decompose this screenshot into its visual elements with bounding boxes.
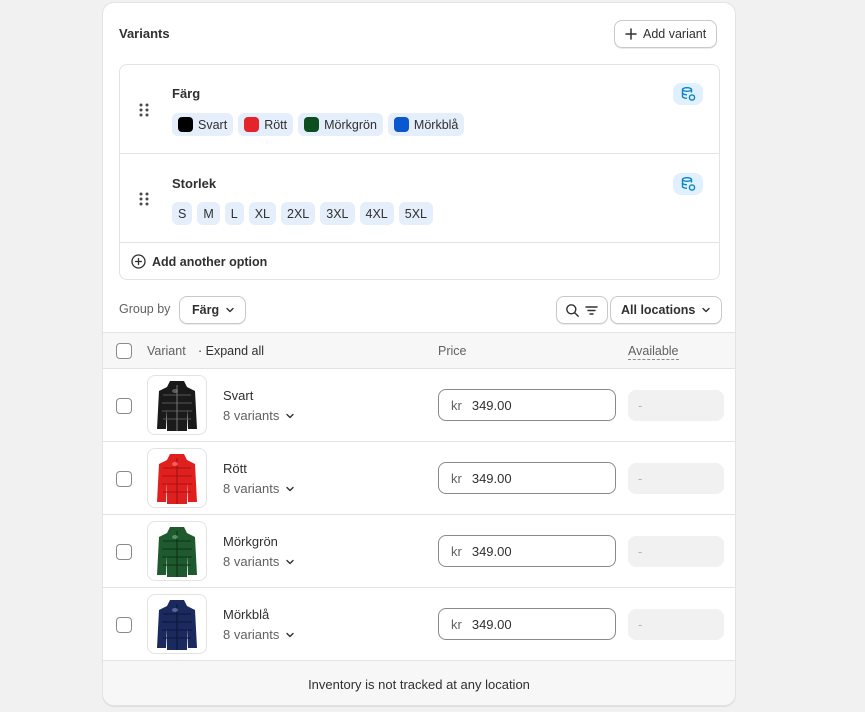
locations-value: All locations: [621, 303, 696, 317]
available-field: -: [628, 463, 724, 494]
option-value-chip[interactable]: L: [224, 202, 244, 225]
drag-handle-icon[interactable]: [138, 102, 150, 118]
chevron-down-icon: [225, 305, 235, 315]
table-header: Variant · Expand all Price Available: [103, 332, 735, 369]
price-input[interactable]: kr 349.00: [438, 389, 616, 421]
search-filter-button[interactable]: [556, 296, 608, 324]
column-price: Price: [438, 344, 467, 358]
price-input[interactable]: kr 349.00: [438, 608, 616, 640]
option-value-chip[interactable]: 5XL: [398, 202, 434, 225]
price-value: 349.00: [471, 616, 512, 632]
color-swatch: [178, 117, 193, 132]
card-title: Variants: [119, 26, 170, 41]
table-row[interactable]: Mörkblå 8 variants kr 349.00 -: [103, 588, 735, 661]
variants-toggle[interactable]: 8 variants: [223, 554, 295, 569]
option-value-chip[interactable]: Mörkblå: [387, 113, 465, 136]
currency-prefix: kr: [451, 470, 462, 486]
color-swatch: [244, 117, 260, 132]
currency-prefix: kr: [451, 616, 462, 632]
row-checkbox[interactable]: [116, 471, 132, 487]
available-field: -: [628, 536, 724, 567]
chevron-down-icon: [285, 630, 295, 640]
chevron-down-icon: [701, 305, 711, 315]
color-swatch: [304, 117, 320, 132]
option-value-chip[interactable]: Rött: [238, 113, 294, 136]
option-value-chip[interactable]: M: [197, 202, 220, 225]
column-available[interactable]: Available: [628, 344, 679, 360]
metafield-database-icon[interactable]: [673, 83, 703, 105]
row-name: Svart: [223, 388, 254, 403]
chevron-down-icon: [285, 557, 295, 567]
price-input[interactable]: kr 349.00: [438, 535, 616, 567]
expand-all-link[interactable]: · Expand all: [198, 344, 264, 358]
plus-icon: [625, 28, 637, 40]
group-by-value: Färg: [192, 303, 220, 317]
row-name: Mörkgrön: [223, 534, 278, 549]
chevron-down-icon: [285, 484, 295, 494]
jacket-image: [157, 527, 197, 577]
option-values: S M L XL 2XL 3XL 4XL 5XL: [172, 202, 434, 225]
group-by-select[interactable]: Färg: [179, 296, 247, 324]
option-value-chip[interactable]: S: [172, 202, 193, 225]
price-value: 349.00: [471, 543, 512, 559]
option-values: Svart Rött Mörkgrön Mörkblå: [172, 113, 465, 136]
available-field: -: [628, 390, 724, 421]
jacket-image: [157, 454, 197, 504]
add-another-option-button[interactable]: Add another option: [120, 242, 719, 280]
select-all-checkbox[interactable]: [116, 343, 132, 359]
variants-toggle[interactable]: 8 variants: [223, 627, 295, 642]
row-name: Rött: [223, 461, 247, 476]
option-value-chip[interactable]: Svart: [172, 113, 234, 136]
plus-circle-icon: [131, 254, 146, 269]
option-name: Färg: [172, 86, 201, 101]
variants-toggle[interactable]: 8 variants: [223, 481, 295, 496]
add-variant-button[interactable]: Add variant: [614, 20, 718, 48]
option-value-chip[interactable]: Mörkgrön: [298, 113, 383, 136]
product-thumbnail: [147, 375, 207, 435]
variants-card: Variants Add variant Färg Svart Rött Mör…: [102, 2, 736, 706]
jacket-image: [157, 381, 197, 431]
price-input[interactable]: kr 349.00: [438, 462, 616, 494]
add-another-option-label: Add another option: [152, 254, 268, 269]
currency-prefix: kr: [451, 543, 462, 559]
price-value: 349.00: [471, 397, 512, 413]
product-thumbnail: [147, 448, 207, 508]
row-checkbox[interactable]: [116, 544, 132, 560]
jacket-image: [157, 600, 197, 650]
metafield-database-icon[interactable]: [673, 173, 703, 195]
add-variant-label: Add variant: [643, 27, 707, 41]
price-value: 349.00: [471, 470, 512, 486]
inventory-footer: Inventory is not tracked at any location: [103, 661, 735, 705]
drag-handle-icon[interactable]: [138, 191, 150, 207]
color-swatch: [393, 117, 409, 132]
column-variant: Variant: [147, 344, 186, 358]
row-checkbox[interactable]: [116, 398, 132, 414]
locations-select[interactable]: All locations: [610, 296, 723, 324]
option-name: Storlek: [172, 176, 217, 191]
currency-prefix: kr: [451, 397, 462, 413]
product-thumbnail: [147, 594, 207, 654]
product-thumbnail: [147, 521, 207, 581]
table-row[interactable]: Svart 8 variants kr 349.00 -: [103, 369, 735, 442]
variants-toggle[interactable]: 8 variants: [223, 408, 295, 423]
table-row[interactable]: Mörkgrön 8 variants kr 349.00 -: [103, 515, 735, 588]
group-by-label: Group by: [119, 302, 171, 316]
row-name: Mörkblå: [223, 607, 270, 622]
available-field: -: [628, 609, 724, 640]
filter-icon: [584, 303, 599, 318]
options-box: Färg Svart Rött Mörkgrön Mörkblå Storlek…: [119, 64, 720, 280]
option-value-chip[interactable]: 2XL: [281, 202, 316, 225]
table-row[interactable]: Rött 8 variants kr 349.00 -: [103, 442, 735, 515]
chevron-down-icon: [285, 411, 295, 421]
option-farg: Färg Svart Rött Mörkgrön Mörkblå: [120, 65, 719, 154]
row-checkbox[interactable]: [116, 617, 132, 633]
search-icon: [565, 303, 580, 318]
option-storlek: Storlek S M L XL 2XL 3XL 4XL 5XL: [120, 153, 719, 242]
option-value-chip[interactable]: 3XL: [320, 202, 355, 225]
option-value-chip[interactable]: XL: [248, 202, 277, 225]
option-value-chip[interactable]: 4XL: [359, 202, 394, 225]
